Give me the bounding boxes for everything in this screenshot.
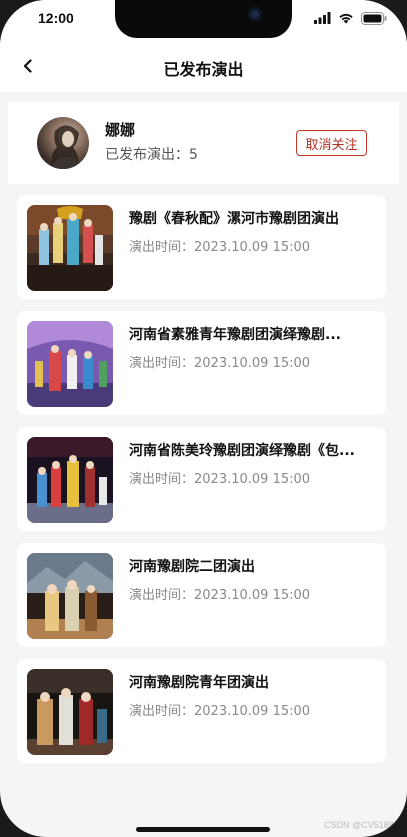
show-thumbnail bbox=[27, 553, 113, 639]
show-card[interactable]: 豫剧《春秋配》漯河市豫剧团演出 演出时间：2023.10.09 15:00 bbox=[17, 195, 386, 299]
show-card[interactable]: 河南豫剧院青年团演出 演出时间：2023.10.09 15:00 bbox=[17, 659, 386, 763]
home-indicator[interactable] bbox=[136, 827, 270, 832]
status-icons bbox=[314, 11, 387, 25]
camera-icon bbox=[248, 7, 262, 21]
notch bbox=[115, 0, 292, 38]
battery-icon bbox=[361, 11, 387, 25]
header: 12:00 已发布演出 bbox=[0, 0, 407, 92]
show-thumbnail bbox=[27, 321, 113, 407]
phone-screen: 12:00 已发布演出 娜娜 已发布演出：5 取消关注 豫剧《春秋配》漯河市豫剧… bbox=[0, 0, 407, 837]
show-time: 演出时间：2023.10.09 15:00 bbox=[129, 704, 311, 719]
signal-icon bbox=[314, 12, 331, 24]
show-thumbnail bbox=[27, 669, 113, 755]
show-card[interactable]: 河南豫剧院二团演出 演出时间：2023.10.09 15:00 bbox=[17, 543, 386, 647]
published-count: 已发布演出：5 bbox=[105, 147, 198, 163]
show-thumbnail bbox=[27, 205, 113, 291]
show-title: 河南省素雅青年豫剧团演绎豫剧... bbox=[129, 327, 341, 343]
show-title: 河南豫剧院青年团演出 bbox=[129, 675, 269, 691]
watermark: CSDN @CV5188 bbox=[324, 820, 394, 830]
show-time: 演出时间：2023.10.09 15:00 bbox=[129, 472, 311, 487]
show-title: 河南省陈美玲豫剧团演绎豫剧《包... bbox=[129, 443, 355, 459]
avatar[interactable] bbox=[37, 117, 89, 169]
show-card[interactable]: 河南省素雅青年豫剧团演绎豫剧... 演出时间：2023.10.09 15:00 bbox=[17, 311, 386, 415]
show-title: 豫剧《春秋配》漯河市豫剧团演出 bbox=[129, 211, 339, 227]
wifi-icon bbox=[339, 13, 353, 24]
show-time: 演出时间：2023.10.09 15:00 bbox=[129, 240, 311, 255]
unfollow-button[interactable]: 取消关注 bbox=[296, 130, 367, 156]
avatar-image bbox=[51, 125, 83, 169]
profile-name: 娜娜 bbox=[105, 121, 136, 139]
show-thumbnail bbox=[27, 437, 113, 523]
page-title: 已发布演出 bbox=[163, 60, 244, 79]
status-time: 12:00 bbox=[38, 10, 74, 26]
show-time: 演出时间：2023.10.09 15:00 bbox=[129, 588, 311, 603]
show-card[interactable]: 河南省陈美玲豫剧团演绎豫剧《包... 演出时间：2023.10.09 15:00 bbox=[17, 427, 386, 531]
show-title: 河南豫剧院二团演出 bbox=[129, 559, 255, 575]
profile-card: 娜娜 已发布演出：5 取消关注 bbox=[8, 102, 399, 184]
show-time: 演出时间：2023.10.09 15:00 bbox=[129, 356, 311, 371]
